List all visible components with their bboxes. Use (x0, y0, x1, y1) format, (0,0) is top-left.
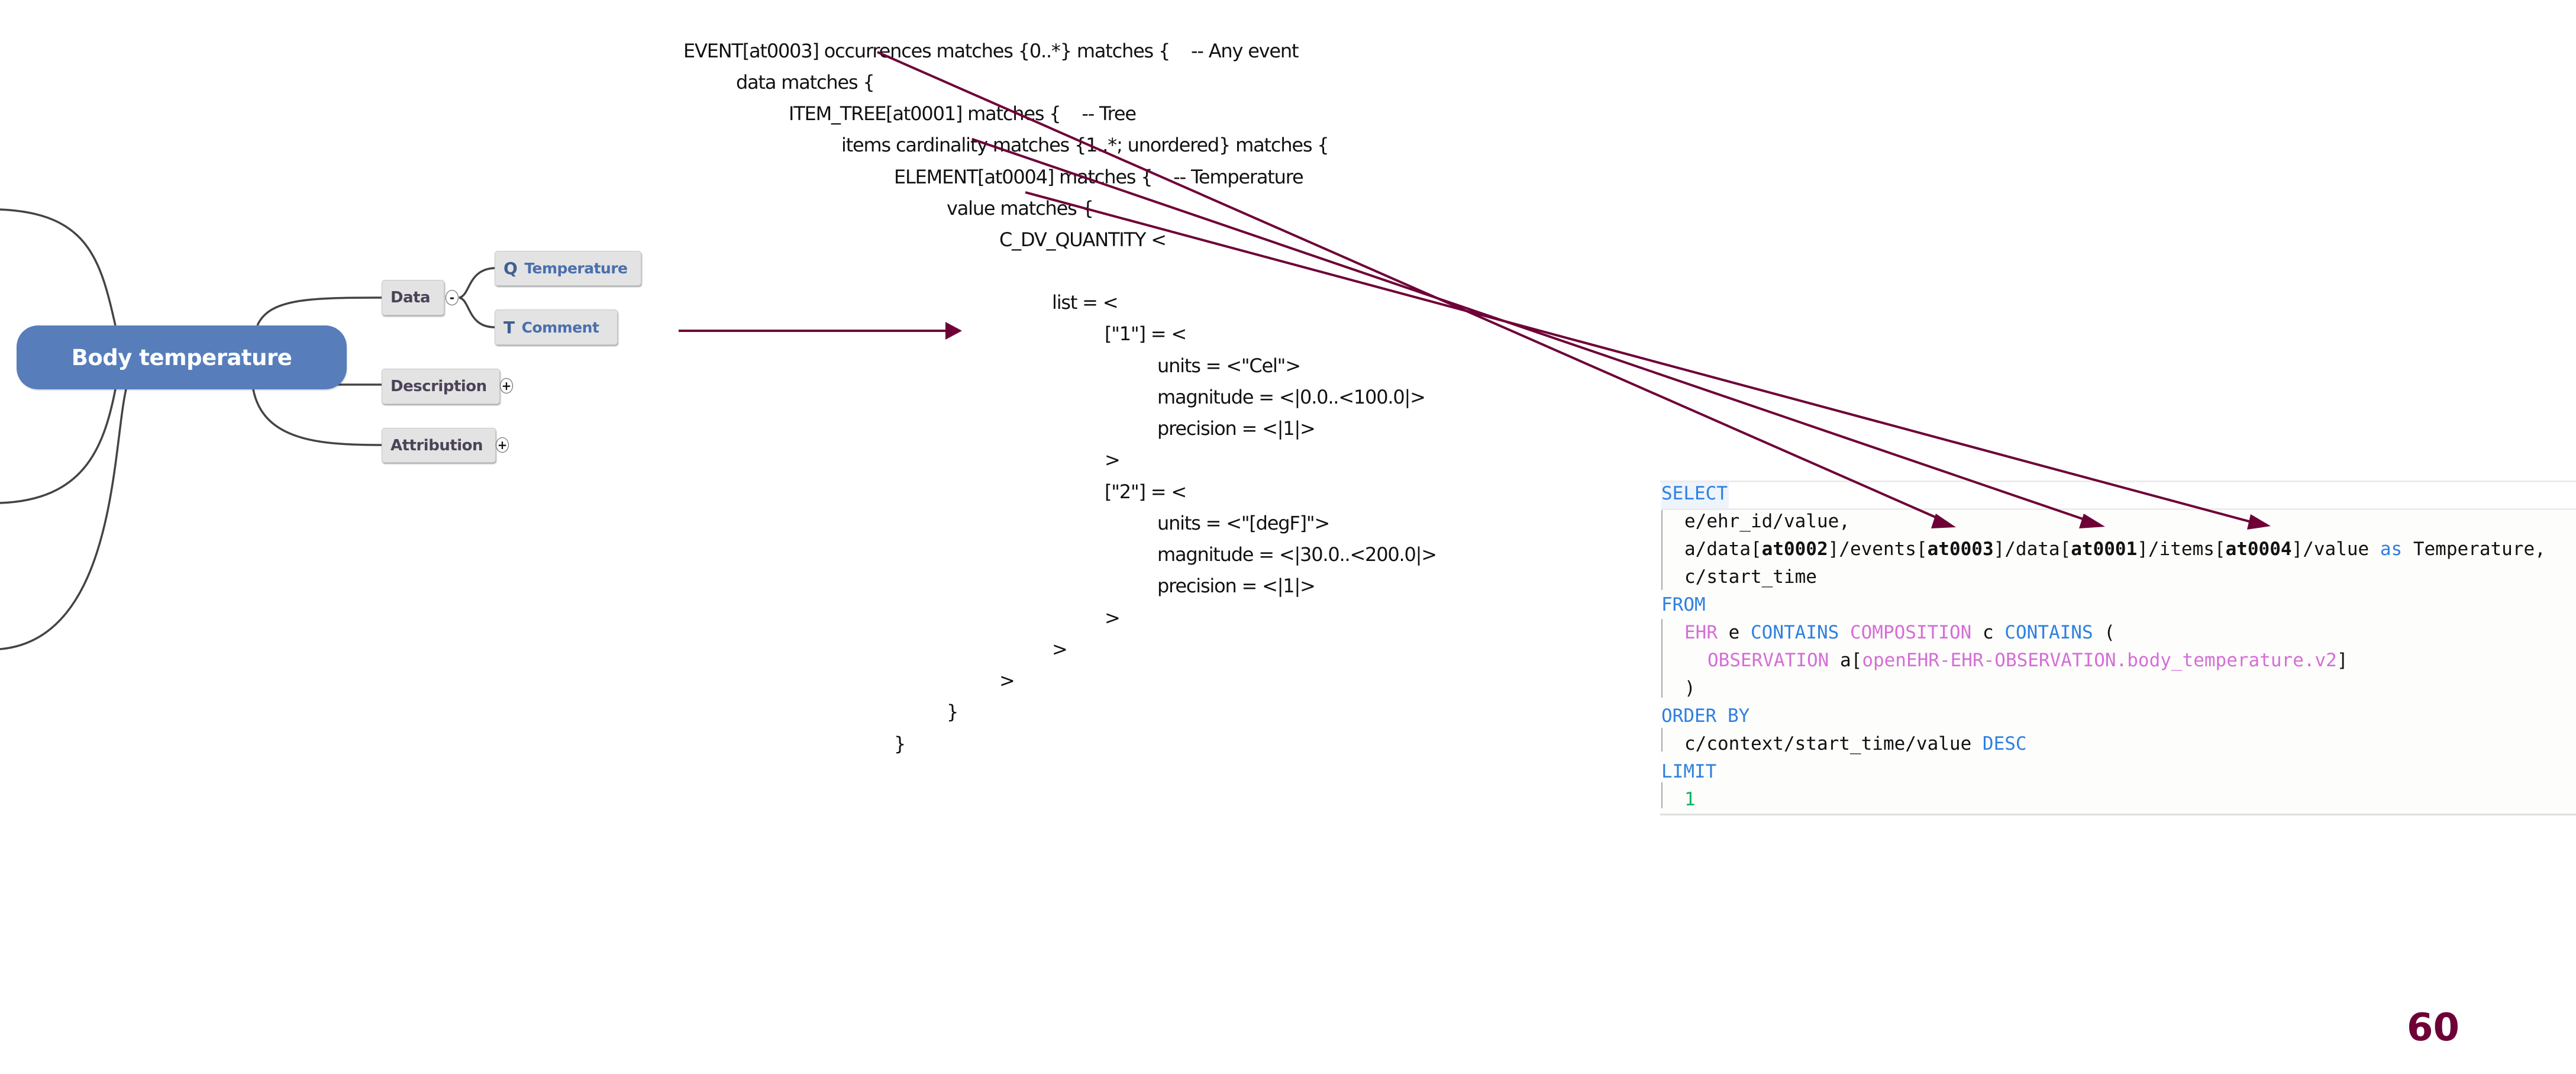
connector-comment (459, 296, 495, 328)
aql-from-contains: EHR e CONTAINS COMPOSITION c CONTAINS ( (1684, 621, 2115, 644)
aql-var-e: e (1718, 622, 1751, 643)
adl-line-8: list = < (1052, 291, 1119, 314)
connector-left-bottom (0, 389, 127, 650)
adl-line-15: units = <"[degF]"> (1157, 512, 1330, 534)
aql-from-observation: OBSERVATION a[openEHR-EHR-OBSERVATION.bo… (1707, 649, 2348, 672)
aql-order-line: ORDER BY (1661, 704, 1749, 728)
aql-archetype-id: openEHR-EHR-OBSERVATION.body_temperature… (1862, 650, 2337, 671)
node-comment-label: Comment (521, 318, 599, 336)
adl-line-20: > (999, 669, 1015, 692)
central-node-body-temperature[interactable]: Body temperature (17, 325, 347, 389)
connector-left-middle (0, 389, 117, 504)
aql-var-a: a[ (1829, 650, 1862, 671)
node-temperature[interactable]: Q Temperature (495, 251, 641, 286)
adl-line-1: EVENT[at0003] occurrences matches {0..*}… (683, 40, 1299, 62)
adl-line-21: } (947, 701, 958, 723)
node-description-label: Description (390, 378, 487, 395)
aql-order-expr: c/context/start_time/value DESC (1684, 732, 2027, 756)
node-comment[interactable]: T Comment (495, 309, 618, 345)
connector-left-top (0, 208, 117, 326)
connector-data (256, 296, 382, 326)
aql-limit-line: LIMIT (1661, 760, 1716, 783)
node-temperature-label: Temperature (524, 260, 628, 277)
aql-keyword-limit: LIMIT (1661, 761, 1717, 782)
node-description[interactable]: Description (382, 369, 500, 404)
aql-class-composition: COMPOSITION (1849, 622, 1972, 643)
connector-temperature (459, 267, 495, 299)
aql-from-line: FROM (1661, 593, 1706, 617)
page-number: 60 (2407, 1006, 2460, 1050)
aql-path-seg: ]/events[ (1828, 538, 1928, 560)
text-icon: T (503, 317, 515, 337)
adl-line-2: data matches { (736, 71, 875, 93)
aql-order-path: c/context/start_time/value (1684, 733, 1983, 754)
node-attribution[interactable]: Attribution (382, 428, 496, 463)
node-attribution-label: Attribution (390, 436, 483, 454)
aql-alias: Temperature, (2402, 538, 2546, 560)
aql-select-temperature-path: a/data[at0002]/events[at0003]/data[at000… (1684, 537, 2546, 561)
adl-line-5: ELEMENT[at0004] matches { -- Temperature (894, 166, 1304, 188)
aql-keyword-desc: DESC (1982, 733, 2027, 754)
adl-line-14: ["2"] = < (1105, 480, 1187, 503)
node-data-label: Data (390, 289, 431, 307)
aql-active-line-highlight (1661, 482, 2576, 510)
aql-path-seg: ]/value (2291, 538, 2380, 560)
aql-select-ehr-id: e/ehr_id/value, (1684, 511, 1850, 532)
adl-line-11: magnitude = <|0.0..<100.0|> (1157, 386, 1426, 408)
aql-indent-guide-limit (1661, 782, 1663, 808)
aql-path-code-at0002: at0002 (1761, 538, 1828, 560)
adl-line-10: units = <"Cel"> (1157, 354, 1301, 377)
aql-limit-value-line: 1 (1684, 788, 1696, 811)
aql-indent-guide-select (1661, 510, 1663, 590)
aql-indent-guide-order (1661, 728, 1663, 752)
aql-path-code-at0004: at0004 (2225, 538, 2292, 560)
quantity-icon: Q (503, 259, 518, 278)
adl-line-12: precision = <|1|> (1157, 417, 1316, 440)
aql-select-line: SELECT (1661, 482, 1728, 505)
aql-from-close: ) (1684, 678, 1696, 699)
aql-limit-value: 1 (1684, 789, 1696, 810)
adl-line-19: > (1052, 638, 1068, 660)
adl-line-3: ITEM_TREE[at0001] matches { -- Tree (789, 102, 1137, 125)
aql-class-observation: OBSERVATION (1707, 650, 1829, 671)
aql-select-start-time: c/start_time (1684, 566, 1817, 588)
adl-line-22: } (894, 733, 906, 755)
connector-attribution (252, 389, 382, 446)
adl-line-4: items cardinality matches {1..*; unorder… (841, 134, 1329, 156)
aql-class-ehr: EHR (1684, 622, 1718, 643)
aql-keyword-order-by: ORDER BY (1661, 705, 1750, 727)
adl-line-17: precision = <|1|> (1157, 575, 1316, 597)
aql-path-code-at0001: at0001 (2071, 538, 2138, 560)
aql-close-bracket: ] (2336, 650, 2348, 671)
aql-keyword-select: SELECT (1661, 483, 1728, 504)
adl-line-16: magnitude = <|30.0..<200.0|> (1157, 543, 1437, 566)
aql-keyword-contains-2: CONTAINS (2004, 622, 2093, 643)
aql-keyword-from: FROM (1661, 594, 1706, 615)
aql-keyword-contains: CONTAINS (1751, 622, 1839, 643)
node-data[interactable]: Data (382, 280, 444, 315)
adl-line-6: value matches { (947, 197, 1094, 220)
adl-line-18: > (1105, 607, 1121, 629)
adl-line-13: > (1105, 449, 1121, 471)
aql-keyword-as: as (2380, 538, 2403, 560)
adl-line-7: C_DV_QUANTITY < (999, 228, 1167, 251)
expand-toggle-description[interactable]: + (500, 378, 513, 394)
aql-path-seg: ]/items[ (2137, 538, 2226, 560)
aql-path-seg: a/data[ (1684, 538, 1762, 560)
aql-path-seg: ]/data[ (1993, 538, 2071, 560)
aql-path-code-at0003: at0003 (1927, 538, 1994, 560)
collapse-toggle-data[interactable]: - (446, 290, 459, 305)
expand-toggle-attribution[interactable]: + (496, 437, 509, 453)
aql-open-paren: ( (2093, 622, 2115, 643)
aql-var-c: c (1971, 622, 2005, 643)
aql-indent-guide-from (1661, 619, 1663, 698)
adl-line-9: ["1"] = < (1105, 322, 1187, 345)
